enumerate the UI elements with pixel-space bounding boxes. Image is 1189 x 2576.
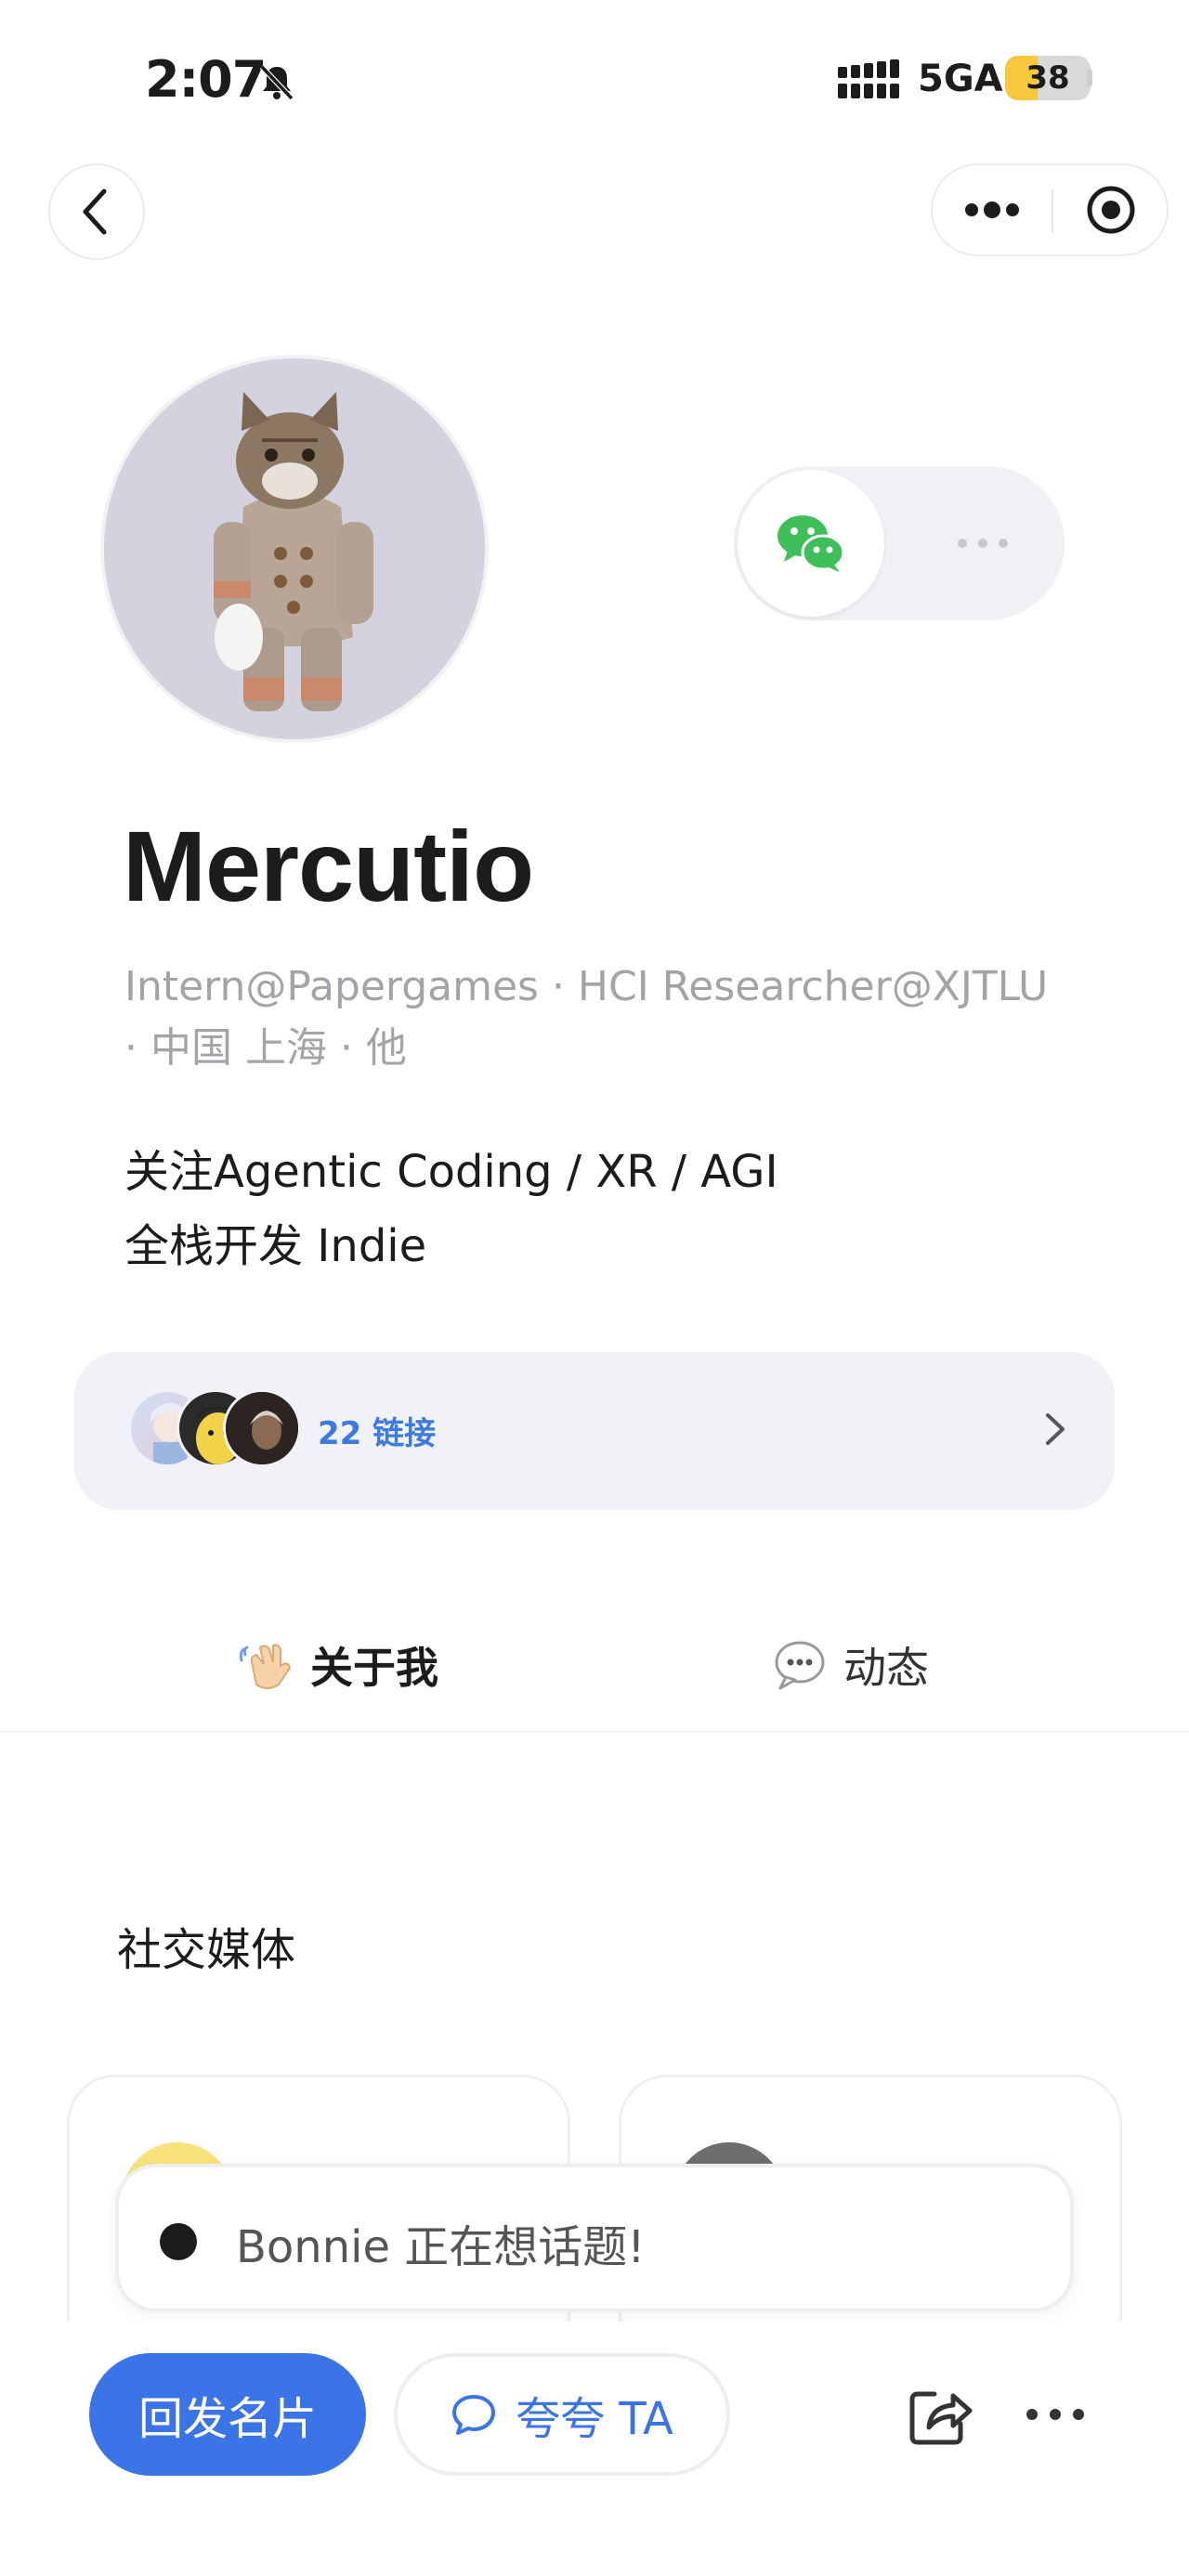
profile-avatar[interactable]: [100, 355, 489, 743]
status-time: 2:07: [145, 50, 267, 109]
tab-feed-label: 动态: [843, 1643, 929, 1693]
profile-name: Mercutio: [123, 810, 534, 922]
chevron-right-icon: [1046, 1413, 1065, 1445]
chevron-left-icon: [83, 189, 107, 235]
battery-level: 38: [1026, 59, 1070, 97]
praise-label: 夸夸 TA: [516, 2393, 673, 2445]
profile-bio: 关注Agentic Coding / XR / AGI 全栈开发 Indie: [124, 1146, 778, 1272]
bottom-action-bar: 回发名片 夸夸 TA: [0, 2322, 1189, 2576]
dark-portrait-image: [226, 1392, 298, 1464]
more-dots-icon: [965, 202, 1019, 218]
record-target-icon: [1087, 186, 1135, 234]
tab-about-label: 关于我: [310, 1643, 438, 1693]
send-card-back-button[interactable]: 回发名片: [89, 2353, 366, 2476]
profile-subtitle: Intern@Papergames · HCI Researcher@XJTLU…: [124, 963, 1049, 1072]
tab-about-me[interactable]: 关于我: [238, 1633, 438, 1698]
status-dot: [160, 2223, 197, 2260]
cat-astronaut-image: [104, 358, 485, 739]
signal-icon: [838, 59, 899, 98]
chat-bubble-icon: [452, 2395, 496, 2435]
contact-more-button[interactable]: [936, 522, 1029, 565]
more-actions-button[interactable]: [1022, 2381, 1089, 2448]
links-card[interactable]: 22 链接: [74, 1352, 1115, 1510]
profile-tabs: 关于我 动态: [0, 1597, 1189, 1733]
share-icon[interactable]: [907, 2381, 973, 2448]
back-button[interactable]: [48, 163, 145, 260]
social-section-title: 社交媒体: [117, 1924, 296, 1976]
capsule-close-button[interactable]: [1053, 165, 1169, 254]
tab-feed[interactable]: 动态: [771, 1633, 929, 1698]
typing-toast: Bonnie 正在想话题!: [115, 2164, 1074, 2312]
toast-text: Bonnie 正在想话题!: [236, 2221, 646, 2273]
mini-program-capsule: [931, 163, 1169, 256]
dark-portrait-avatar: [223, 1389, 301, 1467]
status-bar: 2:07 5GA 38: [0, 0, 1189, 158]
links-count-label: 22 链接: [318, 1415, 437, 1452]
network-type: 5GA: [918, 58, 1003, 100]
bell-slash-icon: [259, 64, 294, 101]
wechat-icon: [777, 515, 845, 572]
speech-bubble-icon: [771, 1636, 829, 1694]
more-dots-icon: [958, 539, 1008, 548]
capsule-more-button[interactable]: [933, 165, 1052, 254]
battery-indicator: 38: [1005, 56, 1091, 100]
waving-hand-icon: [238, 1636, 295, 1694]
wechat-button[interactable]: [738, 470, 884, 617]
praise-button[interactable]: 夸夸 TA: [394, 2353, 730, 2476]
more-dots-icon: [1026, 2409, 1084, 2420]
contact-toggle[interactable]: [734, 466, 1065, 620]
battery-nub: [1087, 69, 1092, 87]
